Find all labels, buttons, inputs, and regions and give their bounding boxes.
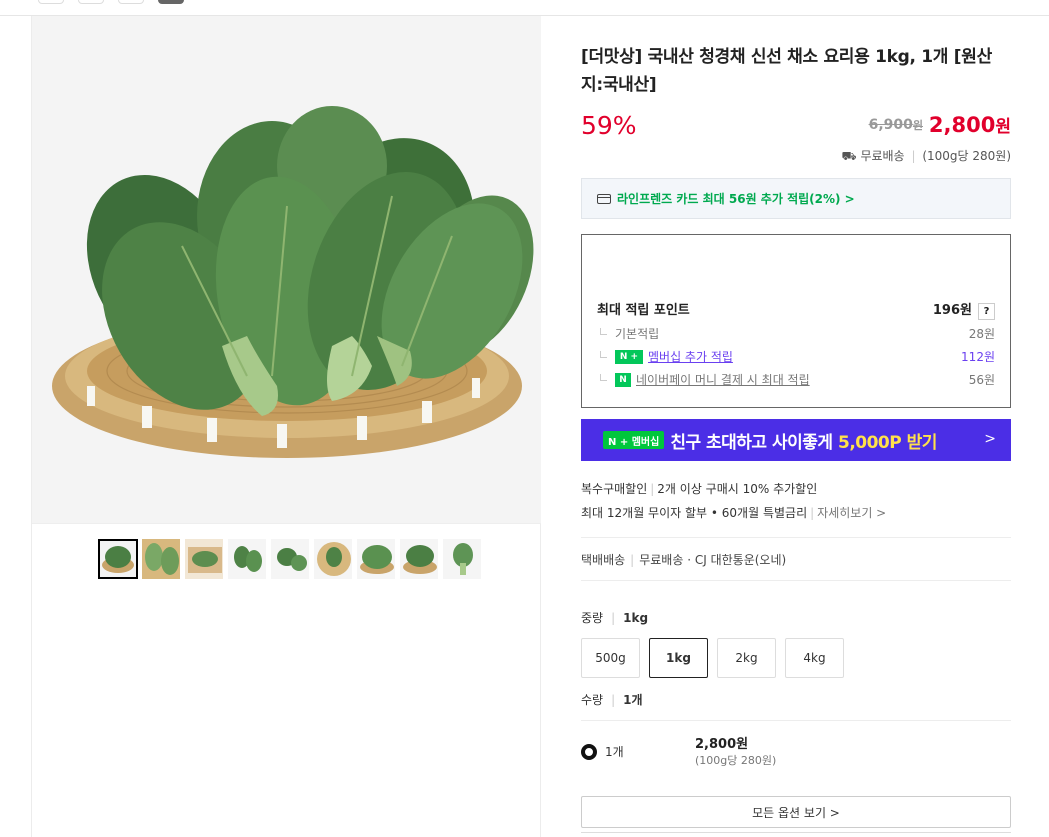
- thumbnail-8[interactable]: [399, 539, 439, 579]
- shipping-label: 무료배송: [860, 149, 905, 163]
- thumbnail-strip: [98, 539, 482, 581]
- thumbnail-3[interactable]: [184, 539, 224, 579]
- weight-4kg[interactable]: 4kg: [785, 638, 844, 678]
- product-title: [더맛상] 국내산 청경채 신선 채소 요리용 1kg, 1개 [원산지:국내산…: [581, 47, 992, 95]
- thumbnail-5[interactable]: [270, 539, 310, 579]
- points-box: 최대 적립 포인트 196원? 기본적립 28원 N + 멤버십 추가 적립 11…: [581, 234, 1011, 408]
- chevron-right-icon: >: [984, 431, 996, 447]
- thumbnail-2[interactable]: [141, 539, 181, 579]
- card-offer[interactable]: 라인프렌즈 카드 최대 56원 추가 적립(2%) >: [581, 178, 1011, 219]
- price-row: 59% 6,900원 2,800원: [581, 111, 1011, 141]
- thumbnail-9[interactable]: [442, 539, 482, 579]
- weight-options: 500g 1kg 2kg 4kg: [581, 638, 1011, 678]
- naver-plus-icon: N +: [615, 349, 643, 364]
- toolbar-button[interactable]: [38, 0, 64, 4]
- toolbar-button[interactable]: [118, 0, 144, 4]
- invite-banner[interactable]: N + 멤버십 친구 초대하고 사이좋게 5,000P 받기 >: [581, 419, 1011, 461]
- credit-card-icon: [597, 193, 611, 204]
- card-offer-text: 라인프렌즈 카드 최대 56원 추가 적립(2%) >: [617, 192, 855, 206]
- discount-rate: 59%: [581, 111, 637, 140]
- membership-link[interactable]: 멤버십 추가 적립: [648, 348, 733, 365]
- weight-500g[interactable]: 500g: [581, 638, 640, 678]
- points-npay: N 네이버페이 머니 결제 시 최대 적립 56원: [600, 371, 995, 388]
- selected-option-row[interactable]: 1개 2,800원 (100g당 280원): [581, 720, 1011, 780]
- truck-icon: ⛟: [841, 149, 857, 163]
- help-icon[interactable]: ?: [978, 303, 995, 320]
- points-total: 196원: [932, 303, 972, 318]
- thumbnail-7[interactable]: [356, 539, 396, 579]
- bok-choy-photo: [32, 16, 541, 523]
- delivery-info: 택배배송 | 무료배송 · CJ 대한통운(오네): [581, 553, 787, 567]
- unit-price: (100g당 280원): [922, 149, 1011, 163]
- original-price: 6,900원: [868, 117, 923, 133]
- details-link[interactable]: 자세히보기 >: [817, 506, 886, 520]
- radio-selected[interactable]: [581, 744, 597, 760]
- thumbnail-6[interactable]: [313, 539, 353, 579]
- thumbnail-4[interactable]: [227, 539, 267, 579]
- sale-price: 2,800원: [928, 113, 1011, 137]
- promotion-info: 복수구매할인 | 2개 이상 구매시 10% 추가할인 최대 12개월 무이자 할부…: [581, 482, 887, 520]
- main-product-image[interactable]: [32, 16, 541, 524]
- shipping-info: ⛟ 무료배송 | (100g당 280원): [841, 149, 1012, 163]
- npay-link[interactable]: 네이버페이 머니 결제 시 최대 적립: [636, 371, 810, 388]
- points-basic: 기본적립 28원: [600, 325, 995, 342]
- points-title: 최대 적립 포인트: [597, 303, 690, 318]
- product-info: [더맛상] 국내산 청경채 신선 채소 요리용 1kg, 1개 [원산지:국내산…: [581, 16, 1011, 828]
- weight-2kg[interactable]: 2kg: [717, 638, 776, 678]
- weight-1kg[interactable]: 1kg: [649, 638, 708, 678]
- points-membership: N + 멤버십 추가 적립 112원: [600, 348, 995, 365]
- thumbnail-1[interactable]: [98, 539, 138, 579]
- toolbar-button-active[interactable]: [158, 0, 184, 4]
- quantity-option-label: 수량 | 1개: [581, 693, 643, 707]
- product-gallery: [31, 16, 541, 837]
- weight-option-label: 중량 | 1kg: [581, 611, 649, 625]
- all-options-button[interactable]: 모든 옵션 보기 >: [581, 796, 1011, 828]
- top-toolbar: [0, 0, 1049, 16]
- toolbar-button[interactable]: [78, 0, 104, 4]
- membership-badge: N + 멤버십: [603, 431, 665, 449]
- naver-pay-icon: N: [615, 372, 631, 387]
